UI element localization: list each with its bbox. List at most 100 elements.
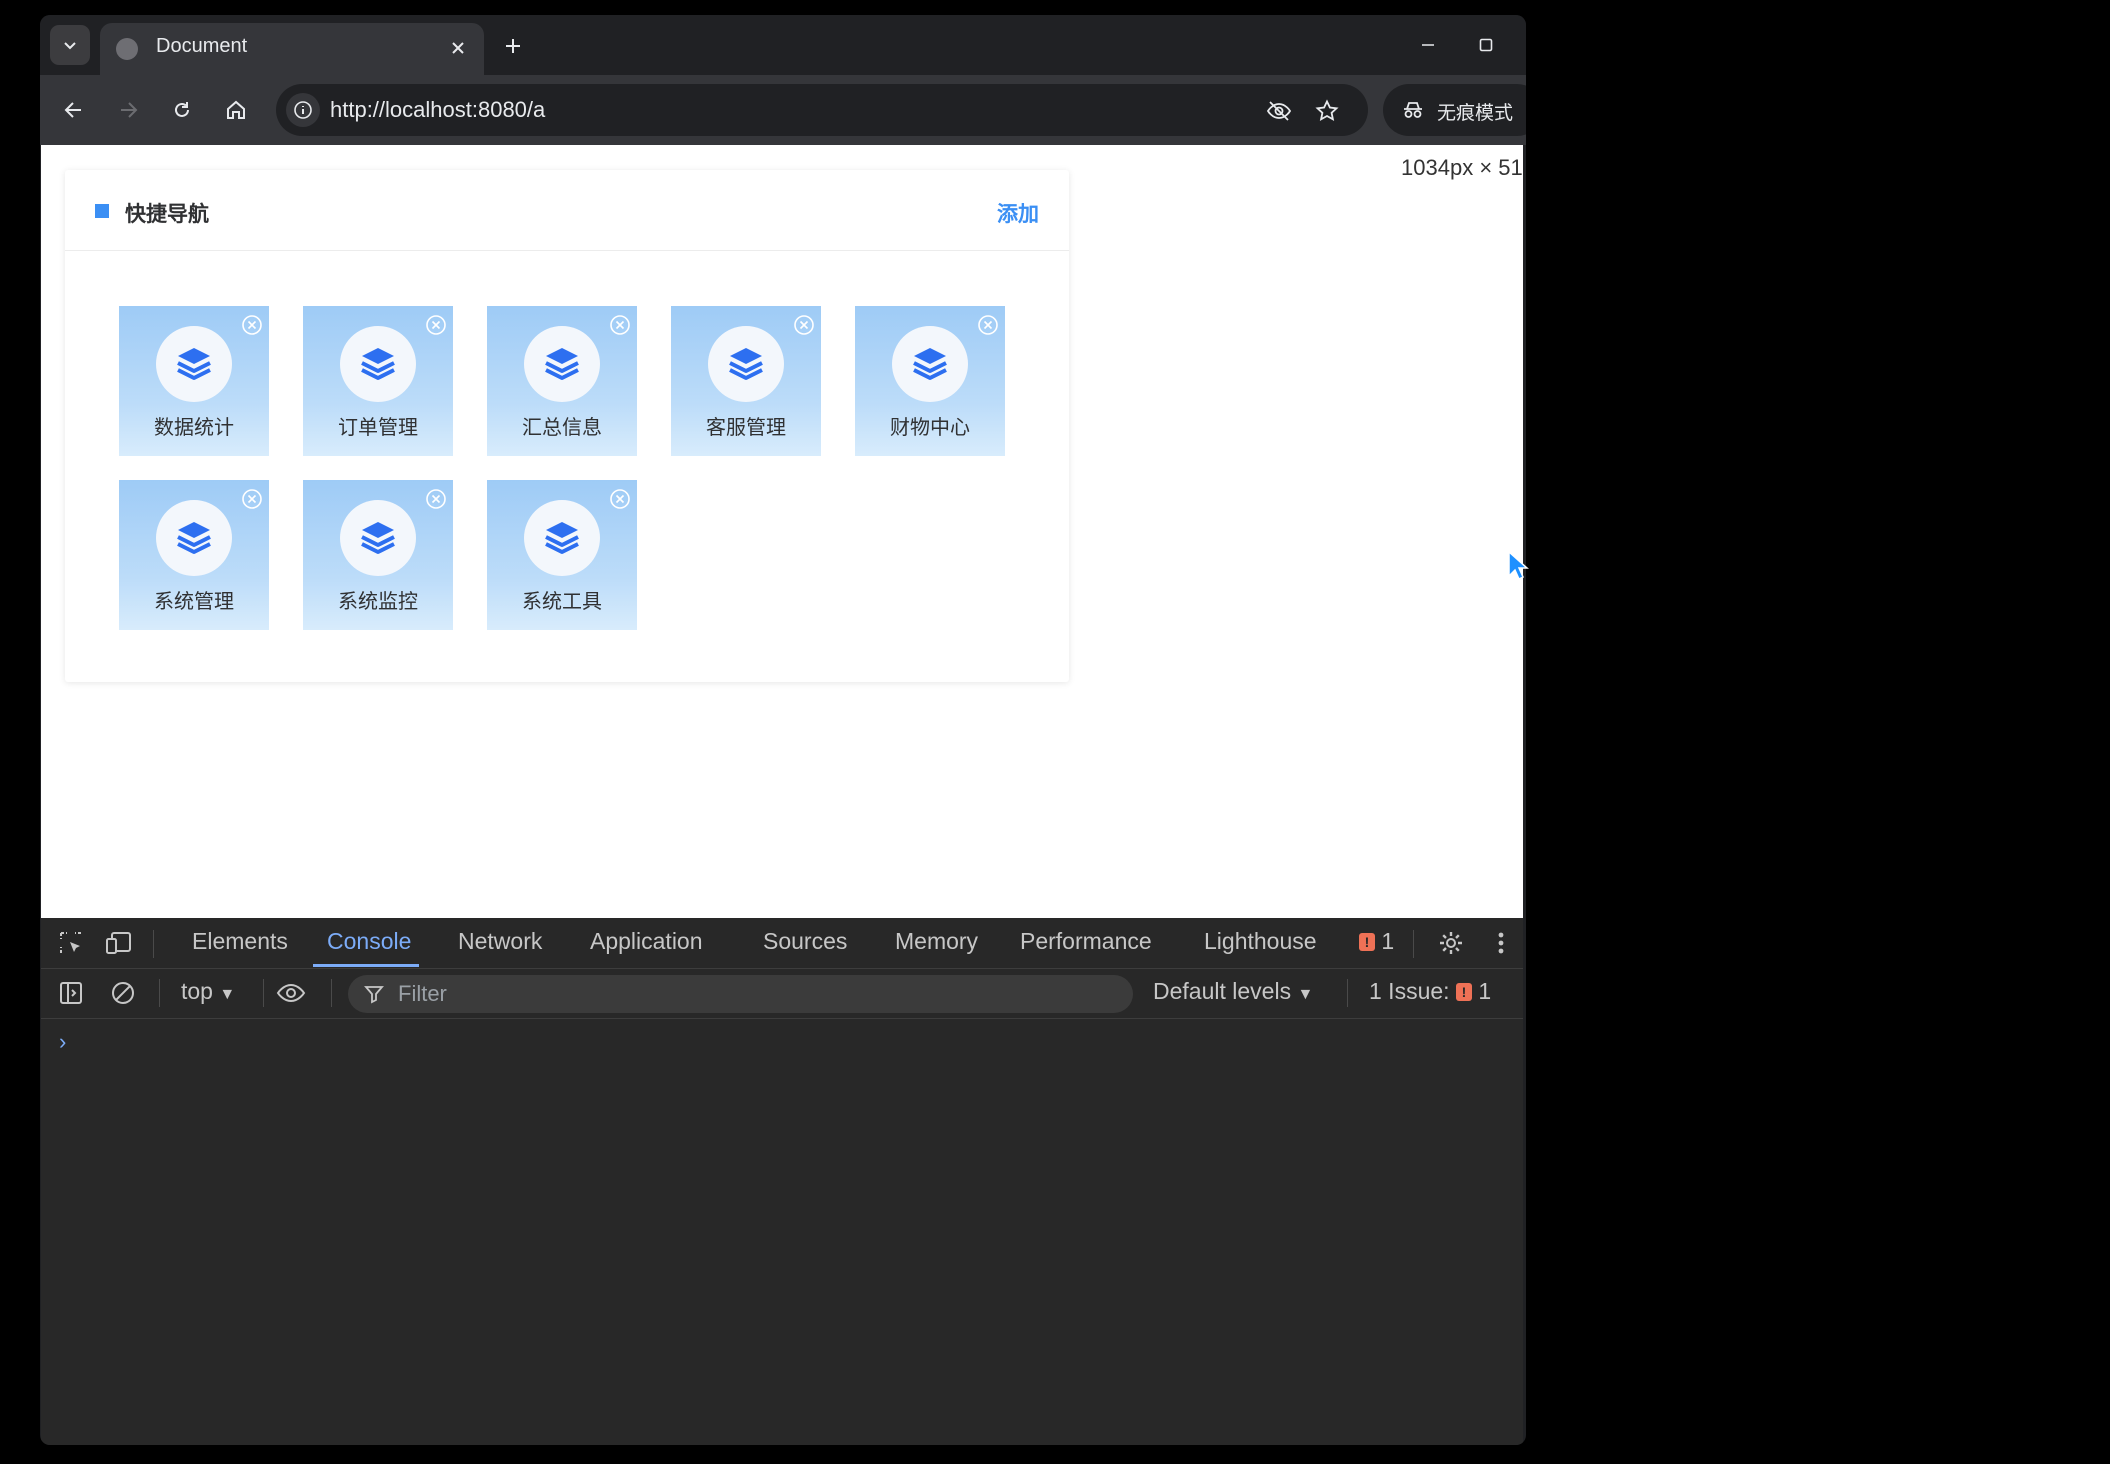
close-tab-button[interactable] xyxy=(446,36,470,60)
separator xyxy=(331,979,332,1007)
quick-nav-item[interactable]: 系统管理 xyxy=(119,480,269,630)
tracking-blocked-button[interactable] xyxy=(1264,96,1294,126)
quick-nav-item[interactable]: 汇总信息 xyxy=(487,306,637,456)
home-icon xyxy=(227,100,245,119)
page-viewport: 1034px × 515 快捷导航 添加 数据统计 订单管理 汇总信息 客服管理… xyxy=(41,145,1523,918)
forward-button[interactable] xyxy=(110,92,146,128)
caret-down-icon: ▼ xyxy=(1297,986,1314,1003)
star-icon xyxy=(1315,99,1339,122)
quick-nav-label: 系统工具 xyxy=(522,591,602,613)
layers-icon xyxy=(524,500,600,576)
viewport-size-label: 1034px × 515 xyxy=(1401,155,1523,180)
inspect-element-button[interactable] xyxy=(55,927,87,959)
block-icon xyxy=(112,982,134,1004)
close-circle-icon xyxy=(610,315,630,335)
minimize-icon xyxy=(1422,44,1434,46)
quick-nav-label: 客服管理 xyxy=(706,417,786,439)
site-info-button[interactable] xyxy=(286,93,320,127)
remove-item-button[interactable] xyxy=(977,314,999,336)
quick-nav-item[interactable]: 财物中心 xyxy=(855,306,1005,456)
tab-network[interactable]: Network xyxy=(458,928,542,955)
close-circle-icon xyxy=(242,489,262,509)
separator xyxy=(263,979,264,1007)
more-vertical-icon xyxy=(1498,932,1504,954)
context-selector[interactable]: top ▼ xyxy=(181,978,235,1005)
error-counter[interactable]: ! 1 xyxy=(1359,928,1394,955)
tab-performance[interactable]: Performance xyxy=(1020,928,1152,955)
back-button[interactable] xyxy=(56,92,92,128)
issues-label: 1 Issue: xyxy=(1369,978,1450,1004)
reload-button[interactable] xyxy=(164,92,200,128)
remove-item-button[interactable] xyxy=(609,314,631,336)
minimize-button[interactable] xyxy=(1410,29,1446,61)
close-circle-icon xyxy=(242,315,262,335)
new-tab-button[interactable] xyxy=(496,29,530,63)
devtools-tab-bar: Elements Console Network Application Sou… xyxy=(41,918,1523,969)
bookmark-button[interactable] xyxy=(1312,96,1342,126)
layers-icon xyxy=(892,326,968,402)
tab-sources[interactable]: Sources xyxy=(763,928,847,955)
layers-icon xyxy=(708,326,784,402)
warning-icon: ! xyxy=(1455,983,1472,1001)
gear-icon xyxy=(1440,932,1462,954)
quick-nav-item[interactable]: 客服管理 xyxy=(671,306,821,456)
chevron-down-icon xyxy=(64,42,76,50)
log-levels-dropdown[interactable]: Default levels ▼ xyxy=(1153,978,1313,1005)
remove-item-button[interactable] xyxy=(425,488,447,510)
device-icon xyxy=(106,932,131,954)
quick-nav-label: 订单管理 xyxy=(338,417,418,439)
remove-item-button[interactable] xyxy=(241,314,263,336)
tab-document[interactable]: Document xyxy=(100,23,484,75)
remove-item-button[interactable] xyxy=(425,314,447,336)
tab-lighthouse[interactable]: Lighthouse xyxy=(1204,928,1317,955)
tab-memory[interactable]: Memory xyxy=(895,928,978,955)
incognito-icon xyxy=(1399,96,1427,124)
close-circle-icon xyxy=(426,315,446,335)
url-text[interactable]: http://localhost:8080/a xyxy=(330,97,545,123)
plus-icon xyxy=(506,39,520,53)
arrow-left-icon xyxy=(64,102,81,118)
remove-item-button[interactable] xyxy=(793,314,815,336)
tab-search-button[interactable] xyxy=(50,25,90,65)
devtools-panel: Elements Console Network Application Sou… xyxy=(41,918,1523,1445)
issues-count: 1 xyxy=(1478,978,1492,1004)
context-value: top xyxy=(181,978,213,1004)
console-filter-input[interactable]: Filter xyxy=(348,975,1133,1013)
active-tab-indicator xyxy=(313,964,419,967)
quick-nav-label: 系统监控 xyxy=(338,591,418,613)
quick-nav-item[interactable]: 系统监控 xyxy=(303,480,453,630)
incognito-indicator[interactable]: 无痕模式 xyxy=(1383,84,1526,136)
console-toolbar: top ▼ Filter Default levels ▼ 1 Issue: !… xyxy=(41,969,1523,1019)
remove-item-button[interactable] xyxy=(241,488,263,510)
clear-console-button[interactable] xyxy=(107,977,139,1009)
remove-item-button[interactable] xyxy=(609,488,631,510)
arrow-right-icon xyxy=(121,102,138,118)
globe-icon xyxy=(116,38,138,60)
maximize-button[interactable] xyxy=(1468,29,1504,61)
layers-icon xyxy=(340,500,416,576)
address-bar[interactable]: http://localhost:8080/a xyxy=(276,84,1368,136)
tab-console[interactable]: Console xyxy=(327,928,411,955)
browser-toolbar: http://localhost:8080/a 无痕模式 xyxy=(40,75,1526,145)
sidebar-toggle-button[interactable] xyxy=(55,977,87,1009)
tab-strip: Document xyxy=(40,15,1526,75)
add-button[interactable]: 添加 xyxy=(997,198,1039,228)
inspect-icon xyxy=(60,932,81,953)
tab-application[interactable]: Application xyxy=(590,928,703,955)
info-icon xyxy=(294,101,312,119)
quick-nav-item[interactable]: 数据统计 xyxy=(119,306,269,456)
quick-nav-item[interactable]: 系统工具 xyxy=(487,480,637,630)
console-prompt[interactable]: › xyxy=(59,1029,66,1055)
issues-button[interactable]: 1 Issue: ! 1 xyxy=(1369,978,1491,1005)
more-options-button[interactable] xyxy=(1485,927,1517,959)
home-button[interactable] xyxy=(218,92,254,128)
device-toolbar-button[interactable] xyxy=(103,927,135,959)
error-count: 1 xyxy=(1381,928,1395,954)
live-expression-button[interactable] xyxy=(275,977,307,1009)
card-header: 快捷导航 添加 xyxy=(65,170,1069,251)
quick-nav-item[interactable]: 订单管理 xyxy=(303,306,453,456)
settings-button[interactable] xyxy=(1435,927,1467,959)
tab-elements[interactable]: Elements xyxy=(192,928,288,955)
card-title: 快捷导航 xyxy=(125,203,209,226)
quick-nav-label: 数据统计 xyxy=(154,417,234,439)
